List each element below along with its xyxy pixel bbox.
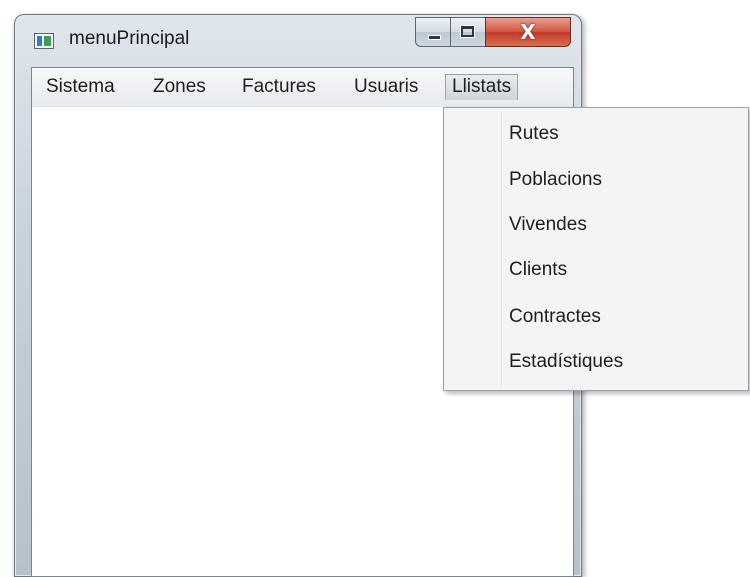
close-button[interactable]: X <box>485 17 571 47</box>
dropdown-item-label: Rutes <box>509 123 559 144</box>
close-icon: X <box>520 20 536 44</box>
app-icon[interactable] <box>34 33 54 49</box>
window-title: menuPrincipal <box>69 28 190 49</box>
dropdown-item-label: Clients <box>509 259 568 280</box>
llistats-dropdown: Rutes Poblacions Vivendes Clients Contra… <box>443 107 749 391</box>
dropdown-item-vivendes[interactable]: Vivendes <box>446 204 746 248</box>
menu-usuaris[interactable]: Usuaris <box>348 74 424 100</box>
dropdown-item-poblacions[interactable]: Poblacions <box>446 159 746 203</box>
minimize-icon <box>428 35 441 40</box>
title-bar[interactable]: menuPrincipal X <box>15 15 581 67</box>
maximize-button[interactable] <box>450 17 485 47</box>
dropdown-item-estadistiques[interactable]: Estadístiques <box>446 341 746 385</box>
dropdown-item-label: Contractes <box>509 306 601 327</box>
dropdown-item-clients[interactable]: Clients <box>446 249 746 293</box>
dropdown-item-label: Vivendes <box>509 214 587 235</box>
menu-llistats[interactable]: Llistats <box>445 74 519 100</box>
menu-zones[interactable]: Zones <box>147 74 212 100</box>
maximize-icon <box>461 26 474 37</box>
dropdown-item-label: Estadístiques <box>509 351 624 372</box>
menu-factures[interactable]: Factures <box>236 74 322 100</box>
dropdown-item-contractes[interactable]: Contractes <box>446 296 746 340</box>
minimize-button[interactable] <box>415 17 450 47</box>
menu-bar: Sistema Zones Factures Usuaris Llistats <box>32 68 573 107</box>
menu-sistema[interactable]: Sistema <box>40 74 121 100</box>
dropdown-item-label: Poblacions <box>509 169 602 190</box>
caption-buttons: X <box>415 17 571 47</box>
dropdown-item-rutes[interactable]: Rutes <box>446 113 746 157</box>
